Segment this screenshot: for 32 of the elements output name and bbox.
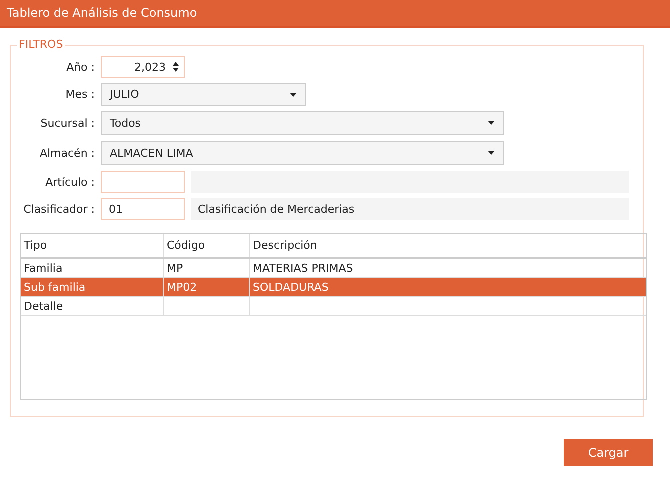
panel-legend: FILTROS bbox=[17, 38, 66, 51]
description-field: Clasificación de Mercaderias bbox=[191, 198, 629, 220]
dropdown[interactable]: ALMACEN LIMA bbox=[101, 141, 504, 165]
table-cell: Familia bbox=[21, 259, 164, 277]
table-cell-text: SOLDADURAS bbox=[252, 280, 330, 296]
table-cell: MP02 bbox=[164, 278, 250, 296]
table-cell: Detalle bbox=[21, 297, 164, 315]
window-title: Tablero de Análisis de Consumo bbox=[7, 6, 198, 20]
spinner-arrows-icon[interactable] bbox=[172, 61, 180, 73]
input-field[interactable] bbox=[101, 171, 185, 193]
caret-icon bbox=[488, 151, 495, 155]
field-label: Almacén : bbox=[38, 146, 95, 160]
column-header[interactable]: Código bbox=[164, 234, 250, 257]
column-header[interactable]: Tipo bbox=[21, 234, 164, 257]
table-row[interactable]: Detalle bbox=[21, 297, 646, 316]
load-button[interactable]: Cargar bbox=[564, 439, 653, 466]
caret-icon bbox=[290, 92, 297, 96]
dropdown[interactable]: Todos bbox=[101, 111, 504, 135]
caret-icon bbox=[488, 121, 495, 125]
table-cell-text: MATERIAS PRIMAS bbox=[252, 260, 354, 276]
field-label: Sucursal : bbox=[40, 116, 95, 130]
dropdown[interactable]: JULIO bbox=[101, 83, 306, 106]
field-label: Mes : bbox=[64, 88, 95, 101]
table-row[interactable]: Sub familia MP02 SOLDADURAS bbox=[21, 278, 646, 297]
table-cell: MP bbox=[164, 259, 250, 277]
table-cell: Sub familia bbox=[21, 278, 164, 296]
field-label: Artículo : bbox=[44, 176, 95, 188]
input-field[interactable]: 01 bbox=[101, 198, 185, 220]
year-spinner[interactable]: 2,023 bbox=[101, 56, 185, 78]
field-label: Clasificador : bbox=[22, 202, 95, 216]
column-header[interactable]: Descripción bbox=[250, 234, 646, 257]
field-label: Año : bbox=[66, 60, 95, 74]
